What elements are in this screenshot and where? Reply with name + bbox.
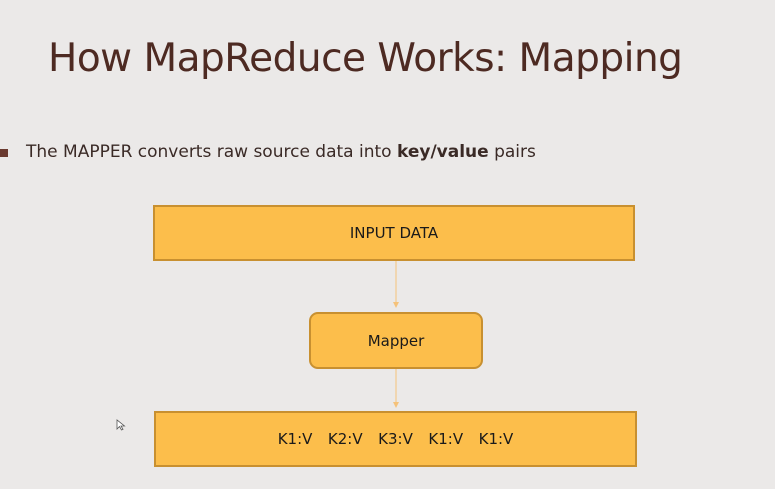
mapper-box: Mapper [309, 312, 483, 369]
input-data-label: INPUT DATA [349, 224, 439, 242]
slide: How MapReduce Works: Mapping The MAPPER … [0, 0, 775, 489]
key-value-output-box: K1:V K2:V K3:V K1:V K1:V [154, 411, 637, 467]
mouse-cursor-icon [116, 419, 126, 431]
input-data-box: INPUT DATA [153, 205, 635, 261]
bullet-square-icon [0, 149, 8, 157]
slide-title: How MapReduce Works: Mapping [48, 36, 683, 81]
key-value-output-label: K1:V K2:V K3:V K1:V K1:V [277, 430, 514, 448]
mapper-label: Mapper [367, 331, 425, 350]
bullet-text-suffix: pairs [488, 142, 536, 162]
bullet-text-emphasis: key/value [396, 142, 489, 162]
bullet-text-prefix: The MAPPER converts raw source data into [26, 142, 397, 162]
bullet-text: The MAPPER converts raw source data into… [26, 141, 536, 163]
arrow-input-to-mapper [393, 261, 399, 308]
arrow-mapper-to-output [393, 369, 399, 408]
